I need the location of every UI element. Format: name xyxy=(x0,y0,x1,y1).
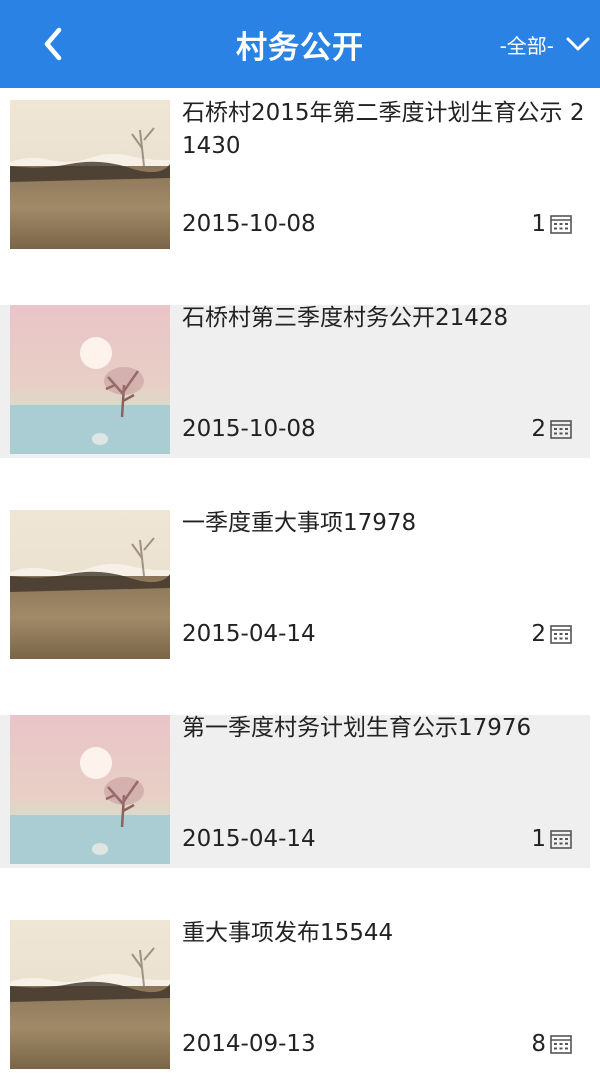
list-item-body: 石桥村第三季度村务公开21428 2015-10-08 2 xyxy=(0,305,590,458)
count-value: 1 xyxy=(531,826,546,852)
list-item[interactable]: 第一季度村务计划生育公示17976 2015-04-14 1 xyxy=(0,715,600,868)
thumbnail-image xyxy=(10,305,170,454)
calendar-icon xyxy=(550,830,572,849)
count-value: 2 xyxy=(531,416,546,442)
item-date: 2015-04-14 xyxy=(182,621,316,647)
item-date: 2014-09-13 xyxy=(182,1031,316,1057)
item-date: 2015-04-14 xyxy=(182,826,316,852)
item-title: 石桥村2015年第二季度计划生育公示 21430 xyxy=(182,100,585,159)
item-date: 2015-10-08 xyxy=(182,416,316,442)
list-item-body: 石桥村2015年第二季度计划生育公示 21430 2015-10-08 1 xyxy=(0,100,590,253)
item-title: 石桥村第三季度村务公开21428 xyxy=(182,305,509,331)
list-item[interactable]: 重大事项发布15544 2014-09-13 8 xyxy=(0,920,600,1073)
calendar-icon xyxy=(550,1035,572,1054)
count-value: 1 xyxy=(531,211,546,237)
list-item[interactable]: 石桥村2015年第二季度计划生育公示 21430 2015-10-08 1 xyxy=(0,100,600,253)
filter-label: -全部- xyxy=(499,33,554,58)
chevron-down-icon xyxy=(566,37,590,51)
item-title: 第一季度村务计划生育公示17976 xyxy=(182,715,532,741)
item-date: 2015-10-08 xyxy=(182,211,316,237)
thumbnail-image xyxy=(10,100,170,249)
thumbnail-image xyxy=(10,715,170,864)
count-value: 2 xyxy=(531,621,546,647)
calendar-icon xyxy=(550,215,572,234)
calendar-icon xyxy=(550,625,572,644)
item-count: 2 xyxy=(531,621,572,647)
list-item[interactable]: 一季度重大事项17978 2015-04-14 2 xyxy=(0,510,600,663)
count-value: 8 xyxy=(531,1031,546,1057)
item-count: 2 xyxy=(531,416,572,442)
thumbnail-image xyxy=(10,510,170,659)
item-count: 1 xyxy=(531,211,572,237)
item-count: 1 xyxy=(531,826,572,852)
calendar-icon xyxy=(550,420,572,439)
list-item-body: 重大事项发布15544 2014-09-13 8 xyxy=(0,920,590,1073)
item-title: 一季度重大事项17978 xyxy=(182,510,417,536)
item-title: 重大事项发布15544 xyxy=(182,920,394,946)
item-count: 8 xyxy=(531,1031,572,1057)
app-header: 村务公开 -全部- xyxy=(0,0,600,88)
list-item-body: 第一季度村务计划生育公示17976 2015-04-14 1 xyxy=(0,715,590,868)
thumbnail-image xyxy=(10,920,170,1069)
filter-dropdown[interactable]: -全部- xyxy=(500,26,590,62)
list-item-body: 一季度重大事项17978 2015-04-14 2 xyxy=(0,510,590,663)
list-item[interactable]: 石桥村第三季度村务公开21428 2015-10-08 2 xyxy=(0,305,600,458)
